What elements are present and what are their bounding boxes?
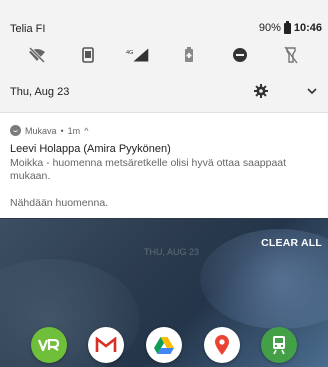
battery-saver-icon[interactable] xyxy=(176,44,202,66)
quick-settings-row: 4G xyxy=(0,42,328,68)
background-date: THU, AUG 23 xyxy=(144,247,200,257)
battery-percent: 90% xyxy=(258,22,281,34)
notification-body-line2: Nähdään huomenna. xyxy=(10,197,109,209)
drive-app-icon[interactable] xyxy=(145,327,182,363)
mukava-app-icon xyxy=(10,125,21,136)
battery-icon xyxy=(283,20,291,34)
notification-card[interactable]: Mukava • 1m ^ Leevi Holappa (Amira Pyykö… xyxy=(0,112,328,218)
screen-rotate-icon[interactable] xyxy=(75,44,101,66)
maps-app-icon[interactable] xyxy=(203,327,240,363)
clear-all-button[interactable]: CLEAR ALL xyxy=(261,237,322,249)
battery-time-group: 90% 10:46 xyxy=(258,20,322,34)
header-separator: • xyxy=(60,125,64,136)
notification-header: Mukava • 1m ^ xyxy=(10,125,88,136)
vr-app-icon[interactable] xyxy=(30,327,67,363)
flashlight-off-icon[interactable] xyxy=(278,44,304,66)
signal-4g-icon[interactable]: 4G xyxy=(126,44,152,66)
network-type-label: 4G xyxy=(126,50,133,56)
settings-gear-icon[interactable] xyxy=(254,84,268,103)
clock: 10:46 xyxy=(293,22,322,34)
app-dock xyxy=(0,325,328,365)
notification-shade: Telia FI 90% 10:46 4G Thu, Aug 23 xyxy=(0,0,328,112)
chevron-down-icon[interactable] xyxy=(306,84,318,102)
gmail-app-icon[interactable] xyxy=(88,327,125,363)
home-wallpaper: THU, AUG 23 CLEAR ALL xyxy=(0,219,328,367)
date-label: Thu, Aug 23 xyxy=(10,86,70,98)
date-row: Thu, Aug 23 xyxy=(0,78,328,104)
expand-notification-icon[interactable]: ^ xyxy=(84,126,88,136)
do-not-disturb-icon[interactable] xyxy=(227,44,253,66)
wifi-off-icon[interactable] xyxy=(24,44,50,66)
train-app-icon[interactable] xyxy=(261,327,298,363)
app-name: Mukava xyxy=(25,125,57,136)
time-ago: 1m xyxy=(67,125,81,136)
notification-body: Moikka - huomenna metsäretkelle olisi hy… xyxy=(10,157,287,182)
notification-title: Leevi Holappa (Amira Pyykönen) xyxy=(10,143,171,155)
status-bar: Telia FI 90% 10:46 xyxy=(0,0,328,36)
carrier-label: Telia FI xyxy=(10,23,46,35)
